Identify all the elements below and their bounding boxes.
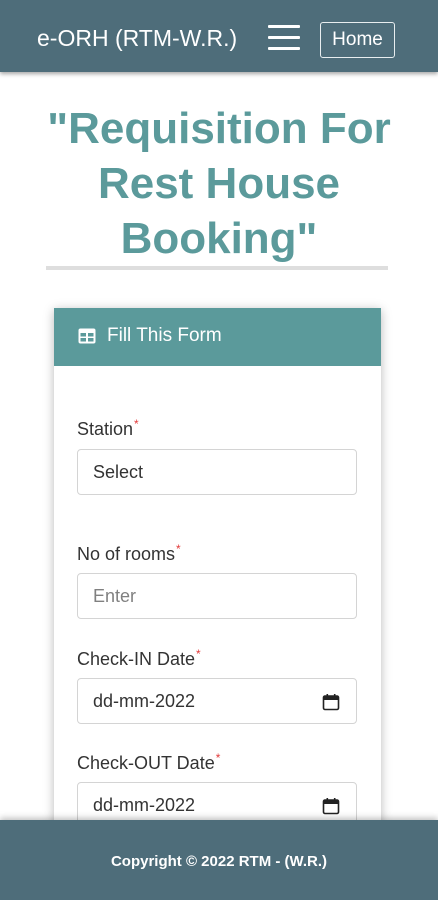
checkin-label: Check-IN Date*: [77, 643, 201, 670]
checkout-date-value: dd-mm-2022: [93, 795, 196, 815]
checkout-date-input[interactable]: dd-mm-2022: [77, 782, 357, 820]
checkout-label-text: Check-OUT Date: [77, 753, 215, 773]
station-select[interactable]: Select: [77, 449, 357, 495]
hamburger-menu-icon[interactable]: [266, 23, 302, 53]
page-title-line-3: Booking": [120, 214, 318, 263]
checkin-label-text: Check-IN Date: [77, 649, 196, 669]
home-button[interactable]: Home: [320, 22, 395, 58]
page-title: "Requisition For Rest House Booking": [20, 101, 418, 266]
form-header: Fill This Form: [54, 308, 381, 366]
required-asterisk: *: [176, 542, 181, 556]
brand-title[interactable]: e-ORH (RTM-W.R.): [37, 25, 237, 51]
footer-copyright: Copyright © 2022 RTM - (W.R.): [110, 853, 328, 870]
checkin-date-input[interactable]: dd-mm-2022: [77, 678, 357, 724]
main-content: "Requisition For Rest House Booking" Fil…: [0, 72, 438, 820]
form-header-title: Fill This Form: [107, 325, 222, 346]
page-footer: Copyright © 2022 RTM - (W.R.): [0, 820, 438, 900]
page-title-line-2: Rest House: [97, 159, 341, 208]
table-icon: [78, 328, 96, 344]
rooms-input-placeholder: Enter: [93, 586, 137, 606]
station-label-text: Station: [77, 419, 134, 439]
required-asterisk: *: [134, 417, 139, 431]
required-asterisk: *: [196, 647, 201, 661]
checkin-date-value: dd-mm-2022: [93, 691, 196, 711]
calendar-icon[interactable]: [322, 693, 340, 711]
title-divider: [46, 266, 388, 270]
rooms-input[interactable]: Enter: [77, 573, 357, 619]
top-navbar: e-ORH (RTM-W.R.) Home: [0, 0, 438, 72]
station-label: Station*: [77, 413, 139, 440]
station-select-value: Select: [93, 462, 144, 482]
page-title-line-1: "Requisition For: [47, 104, 391, 153]
required-asterisk: *: [215, 751, 221, 765]
booking-form-card: Fill This Form Station* Select No of roo…: [54, 308, 381, 820]
rooms-label-text: No of rooms: [77, 544, 176, 564]
calendar-icon[interactable]: [322, 797, 340, 815]
checkout-label: Check-OUT Date*: [77, 747, 220, 774]
rooms-label: No of rooms*: [77, 538, 181, 565]
